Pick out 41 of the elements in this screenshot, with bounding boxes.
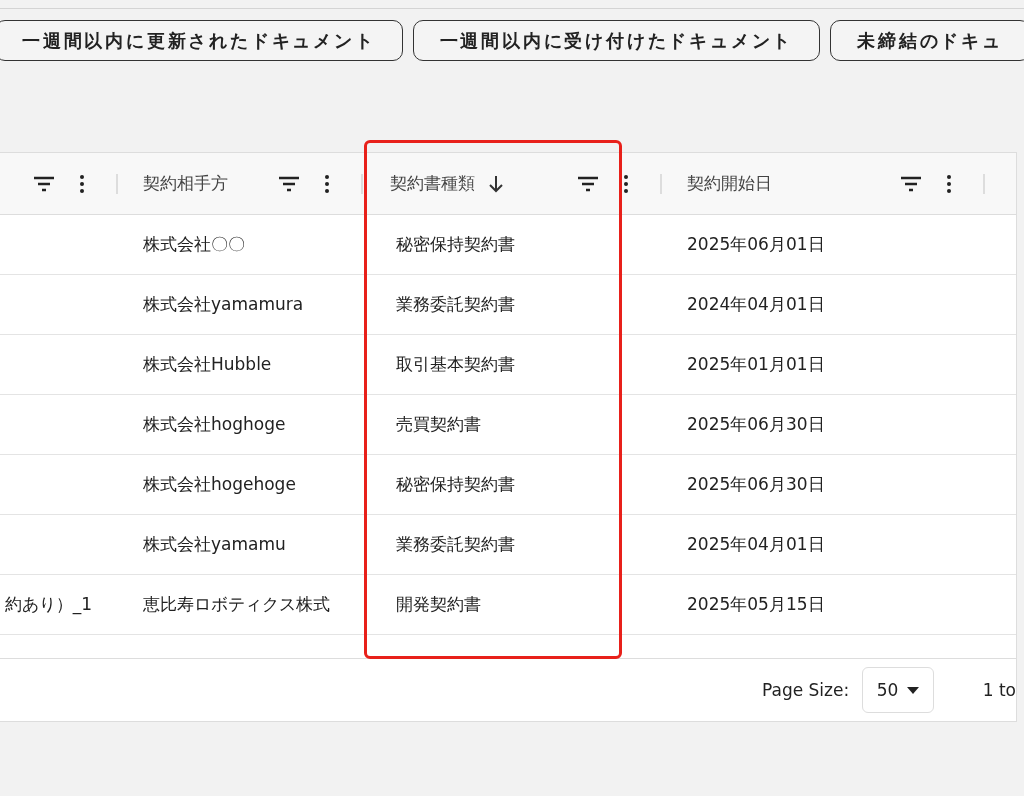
table-cell: 開発契約書: [396, 593, 481, 616]
more-options-icon[interactable]: [325, 174, 329, 193]
filter-icon[interactable]: [578, 175, 598, 192]
page-size-label: Page Size:: [762, 680, 850, 700]
filter-icon[interactable]: [279, 175, 299, 192]
table-cell: 2025年06月30日: [687, 473, 825, 496]
table-cell: 株式会社hogehoge: [143, 473, 296, 496]
column-header[interactable]: 契約書種類: [390, 172, 475, 195]
sort-arrow-icon[interactable]: [489, 174, 503, 193]
table-cell: 2025年01月01日: [687, 353, 825, 376]
table-cell: 2024年04月01日: [687, 293, 825, 316]
table-cell: 2025年05月15日: [687, 593, 825, 616]
page-size-select[interactable]: 50: [862, 667, 934, 713]
table-cell: 業務委託契約書: [396, 293, 515, 316]
table-cell: 恵比寿ロボティクス株式: [143, 593, 330, 616]
table-cell: 2025年06月01日: [687, 233, 825, 256]
table-cell: 2025年06月30日: [687, 413, 825, 436]
table-cell: 業務委託契約書: [396, 533, 515, 556]
table-cell: 取引基本契約書: [396, 353, 515, 376]
column-header[interactable]: 契約相手方: [143, 172, 228, 195]
table-cell: 2025年04月01日: [687, 533, 825, 556]
table-cell: 売買契約書: [396, 413, 481, 436]
more-options-icon[interactable]: [624, 174, 628, 193]
caret-icon: [907, 686, 920, 694]
filter-button[interactable]: 一週間以内に更新されたドキュメント: [0, 20, 403, 61]
table-cell: 株式会社〇〇: [143, 233, 245, 256]
column-header[interactable]: 契約開始日: [687, 172, 772, 195]
page-range-text: 1 to: [982, 680, 1016, 700]
filter-icon[interactable]: [34, 175, 54, 192]
filter-button[interactable]: 未締結のドキュ: [830, 20, 1024, 61]
filter-button[interactable]: 一週間以内に受け付けたドキュメント: [412, 20, 821, 61]
table-cell: 株式会社yamamura: [143, 293, 304, 316]
table-cell: 秘密保持契約書: [396, 233, 515, 256]
table-cell: 株式会社yamamu: [143, 533, 286, 556]
more-options-icon[interactable]: [947, 174, 951, 193]
more-options-icon[interactable]: [80, 174, 84, 193]
filter-icon[interactable]: [901, 175, 921, 192]
table-cell: 株式会社hoghoge: [143, 413, 286, 436]
table-cell: 株式会社Hubble: [143, 353, 272, 376]
table-cell: 秘密保持契約書: [396, 473, 515, 496]
table-cell: 約あり）_1: [4, 593, 92, 616]
